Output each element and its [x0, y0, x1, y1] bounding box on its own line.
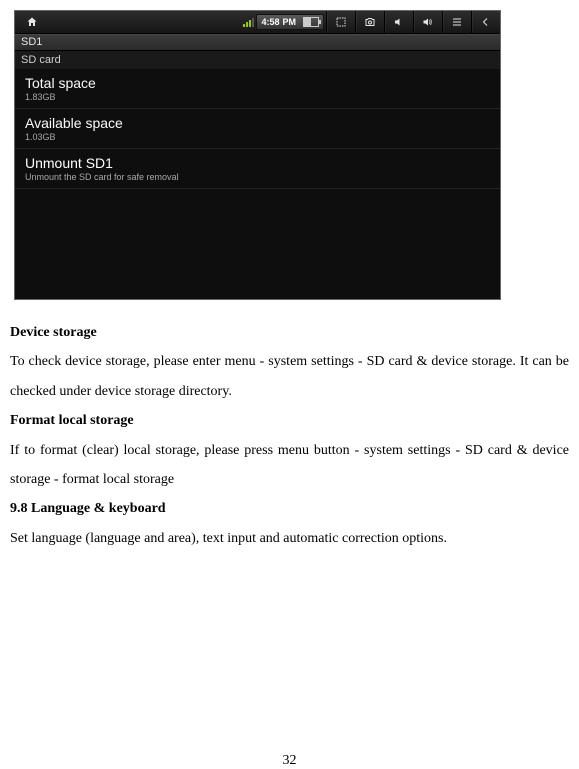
camera-icon[interactable] — [355, 11, 384, 33]
status-bar: 4:58 PM — [15, 11, 500, 34]
item-title: Available space — [25, 115, 490, 131]
heading-device-storage: Device storage — [10, 318, 569, 347]
heading-format-local-storage: Format local storage — [10, 406, 569, 435]
clock: 4:58 PM — [256, 14, 324, 30]
paragraph: Set language (language and area), text i… — [10, 524, 569, 553]
time-text: 4:58 — [261, 17, 279, 27]
volume-up-icon[interactable] — [413, 11, 442, 33]
signal-icon — [243, 17, 254, 27]
screen-tab-label: SD1 — [15, 34, 500, 51]
section-header: SD card — [15, 51, 500, 69]
menu-icon[interactable] — [442, 11, 471, 33]
home-icon[interactable] — [15, 11, 49, 33]
document-body: Device storage To check device storage, … — [10, 318, 569, 553]
page-number: 32 — [10, 753, 569, 769]
paragraph: If to format (clear) local storage, plea… — [10, 436, 569, 495]
item-sub: 1.83GB — [25, 92, 490, 102]
device-screenshot: 4:58 PM SD1 SD card — [14, 10, 501, 300]
item-title: Unmount SD1 — [25, 155, 490, 171]
screenshot-icon[interactable] — [326, 11, 355, 33]
storage-panel: Total space 1.83GB Available space 1.03G… — [15, 69, 500, 299]
paragraph: To check device storage, please enter me… — [10, 347, 569, 406]
heading-language-keyboard: 9.8 Language & keyboard — [10, 494, 569, 523]
back-icon[interactable] — [471, 11, 500, 33]
list-item[interactable]: Available space 1.03GB — [15, 109, 500, 149]
list-item[interactable]: Unmount SD1 Unmount the SD card for safe… — [15, 149, 500, 189]
list-item[interactable]: Total space 1.83GB — [15, 69, 500, 109]
item-sub: 1.03GB — [25, 132, 490, 142]
item-sub: Unmount the SD card for safe removal — [25, 172, 490, 182]
item-title: Total space — [25, 75, 490, 91]
battery-icon — [303, 17, 319, 27]
time-ampm: PM — [283, 17, 297, 27]
volume-down-icon[interactable] — [384, 11, 413, 33]
